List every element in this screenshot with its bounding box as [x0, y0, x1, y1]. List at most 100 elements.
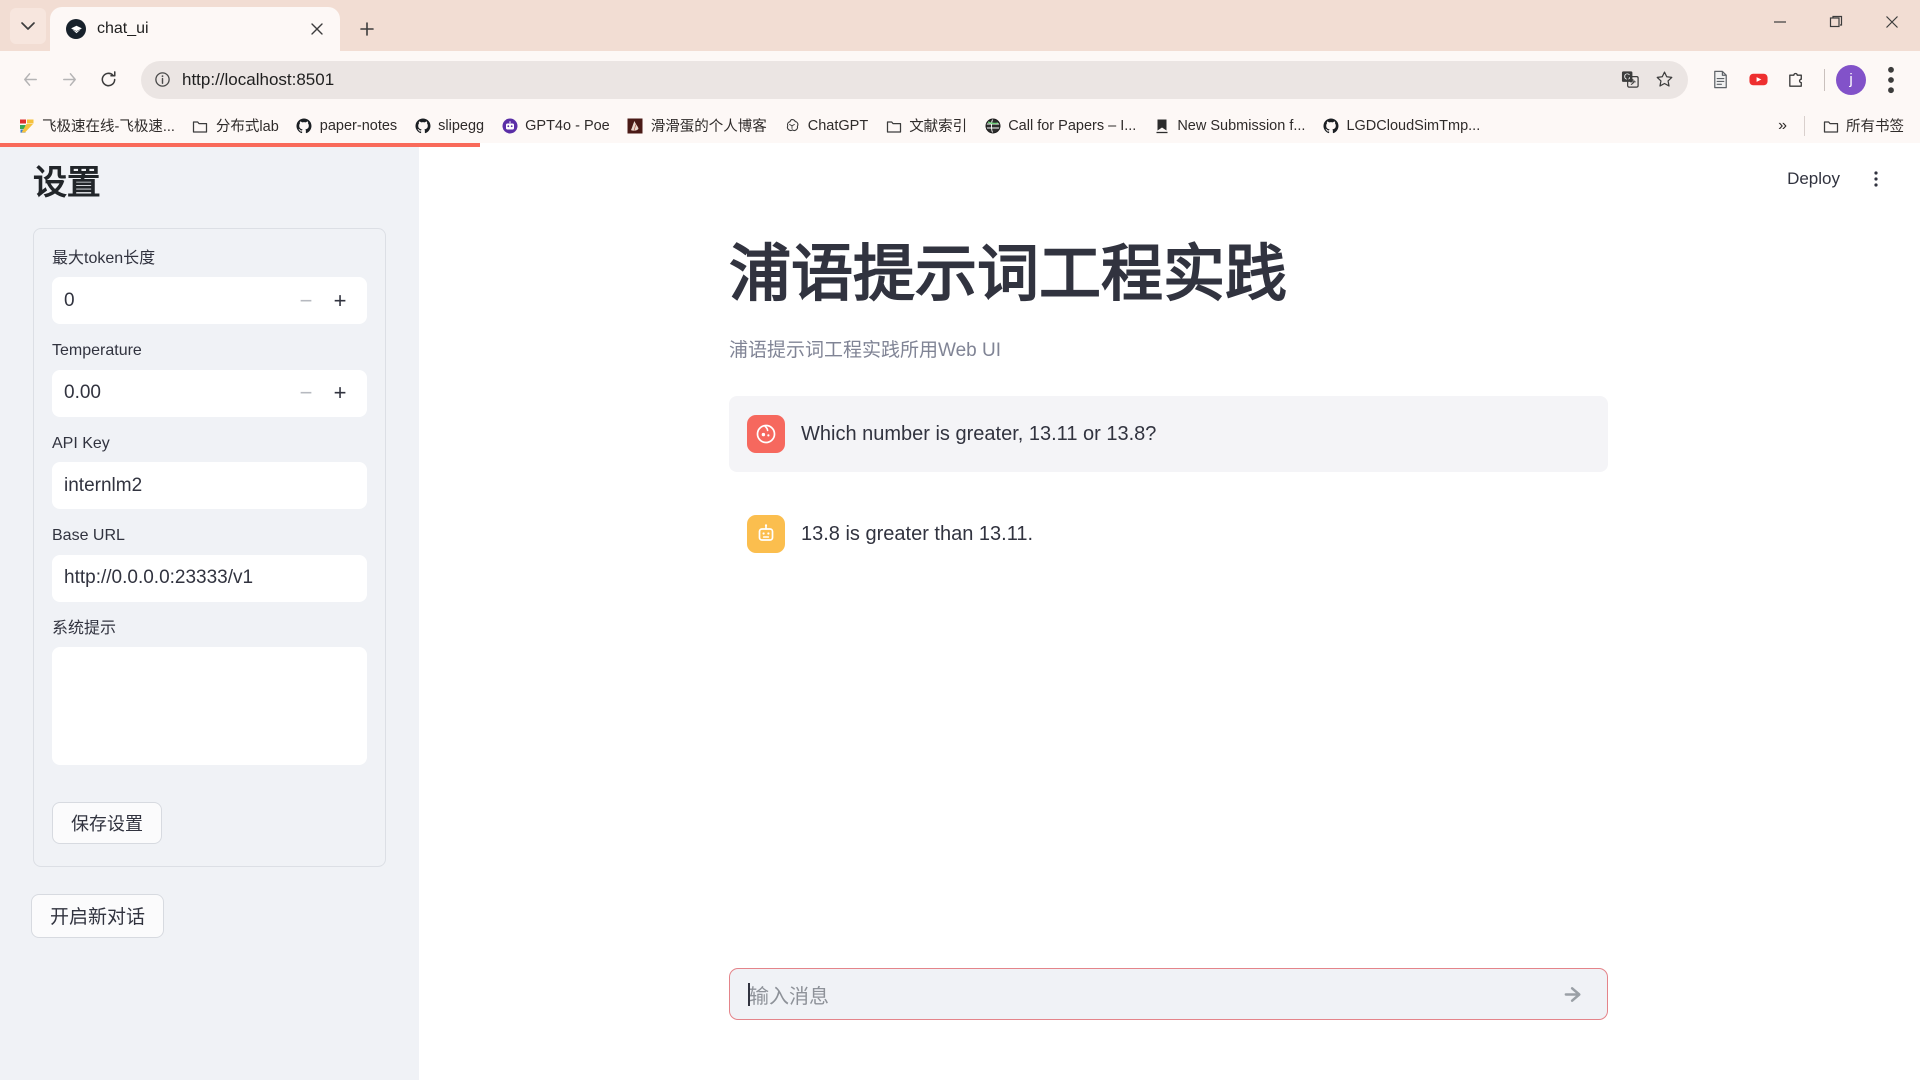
minimize-window-button[interactable]: [1752, 0, 1808, 44]
temperature-decrement-button[interactable]: −: [289, 376, 323, 410]
bookmark-item[interactable]: GPT4o - Poe: [493, 112, 618, 139]
deploy-button[interactable]: Deploy: [1775, 162, 1852, 196]
reading-list-icon[interactable]: [1703, 63, 1737, 97]
site-info-icon[interactable]: [147, 65, 177, 95]
bookmark-item[interactable]: ChatGPT: [776, 112, 876, 139]
main-menu-button[interactable]: [1858, 161, 1894, 197]
max-token-value: 0: [64, 289, 75, 311]
bookmark-label: GPT4o - Poe: [525, 117, 610, 134]
user-avatar-icon: [747, 415, 785, 454]
bookmark-item[interactable]: 分布式lab: [184, 110, 287, 141]
tab-strip: chat_ui: [0, 0, 1920, 51]
all-bookmarks-button[interactable]: 所有书签: [1814, 110, 1912, 141]
folder-icon: [885, 117, 902, 134]
api-key-label: API Key: [52, 434, 110, 452]
field-system-prompt: 系统提示: [52, 618, 367, 765]
github-icon: [1322, 117, 1339, 134]
omnibox-actions: G: [1614, 64, 1680, 96]
bookmark-label: 飞极速在线-飞极速...: [42, 119, 175, 135]
chat-input-box[interactable]: 输入消息: [729, 968, 1608, 1020]
main-content: Deploy 浦语提示词工程实践 浦语提示词工程实践所用Web UI Which…: [419, 147, 1920, 1080]
chat-input-placeholder: 输入消息: [749, 985, 829, 1008]
max-token-input[interactable]: 0 − +: [52, 277, 367, 325]
page-title: 浦语提示词工程实践: [729, 240, 1288, 309]
globe-icon: [984, 117, 1001, 134]
minimize-icon: [1774, 21, 1786, 23]
close-window-button[interactable]: [1864, 0, 1920, 44]
z-logo-icon: [18, 117, 35, 134]
address-bar[interactable]: http://localhost:8501 G: [141, 60, 1688, 99]
poe-icon: [501, 117, 518, 134]
translate-icon[interactable]: G: [1614, 64, 1646, 96]
back-arrow-icon: [23, 73, 37, 86]
all-bookmarks-label: 所有书签: [1846, 119, 1904, 135]
bookmark-label: 滑滑蛋的个人博客: [650, 119, 767, 135]
bookmark-label: ChatGPT: [807, 117, 869, 134]
app-body: 浦语提示词工程实践 浦语提示词工程实践所用Web UI Which number…: [419, 239, 1920, 572]
window-controls: [1752, 0, 1920, 44]
forward-button[interactable]: [51, 62, 87, 98]
base-url-input[interactable]: http://0.0.0.0:23333/v1: [52, 554, 367, 602]
chevron-down-icon: [21, 22, 35, 30]
bookmarks-divider: [1804, 115, 1805, 136]
profile-avatar[interactable]: j: [1836, 64, 1866, 95]
bookmark-label: paper-notes: [319, 117, 398, 134]
field-base-url: Base URL http://0.0.0.0:23333/v1: [52, 525, 367, 602]
sidebar-title: 设置: [33, 164, 101, 202]
system-prompt-label: 系统提示: [52, 619, 117, 637]
bookmark-item[interactable]: 飞极速在线-飞极速...: [10, 110, 183, 141]
new-chat-button[interactable]: 开启新对话: [31, 893, 165, 938]
text-caret: [748, 982, 750, 1006]
tab-search-button[interactable]: [10, 8, 46, 44]
max-token-decrement-button[interactable]: −: [289, 284, 323, 318]
temperature-input[interactable]: 0.00 − +: [52, 369, 367, 417]
bookmark-item[interactable]: New Submission f...: [1145, 112, 1313, 139]
temperature-label: Temperature: [52, 342, 142, 360]
browser-toolbar: http://localhost:8501 G j: [0, 51, 1920, 108]
close-tab-icon[interactable]: [306, 18, 328, 40]
field-api-key: API Key internlm2: [52, 433, 367, 510]
extensions-puzzle-icon[interactable]: [1779, 63, 1813, 97]
send-message-button[interactable]: [1557, 977, 1591, 1011]
back-button[interactable]: [12, 62, 48, 98]
field-max-token: 最大token长度 0 − +: [52, 248, 367, 325]
kebab-menu-icon: [1874, 171, 1878, 187]
api-key-input[interactable]: internlm2: [52, 462, 367, 510]
bookmark-item[interactable]: 滑滑蛋的个人博客: [619, 110, 775, 141]
plus-icon: [360, 22, 374, 36]
maximize-window-button[interactable]: [1808, 0, 1864, 44]
max-token-increment-button[interactable]: +: [323, 284, 357, 318]
url-text: http://localhost:8501: [182, 69, 335, 89]
folder-icon: [192, 117, 209, 134]
github-icon: [296, 117, 313, 134]
bookmark-item[interactable]: slipegg: [406, 112, 492, 139]
bookmarks-bar: 飞极速在线-飞极速... 分布式lab paper-notes slipegg …: [0, 108, 1920, 143]
robot-avatar-icon: [747, 515, 785, 554]
bookmark-item[interactable]: LGDCloudSimTmp...: [1314, 112, 1488, 139]
youtube-icon[interactable]: [1741, 63, 1775, 97]
save-settings-button[interactable]: 保存设置: [52, 801, 162, 844]
bookmark-star-icon[interactable]: [1648, 64, 1680, 96]
message-text: Which number is greater, 13.11 or 13.8?: [801, 423, 1157, 446]
bookmark-item[interactable]: 文献索引: [877, 110, 975, 141]
new-tab-button[interactable]: [350, 12, 384, 46]
bookmarks-overflow-button[interactable]: »: [1770, 113, 1795, 139]
tab-title: chat_ui: [97, 20, 149, 37]
temperature-increment-button[interactable]: +: [323, 376, 357, 410]
bookmark-label: slipegg: [438, 117, 485, 134]
system-prompt-textarea[interactable]: [52, 646, 367, 765]
settings-sidebar: 设置 最大token长度 0 − + Temperature 0.00 − + …: [0, 147, 419, 1080]
toolbar-divider: [1824, 68, 1825, 91]
base-url-label: Base URL: [52, 527, 125, 545]
reload-button[interactable]: [90, 62, 126, 98]
temperature-value: 0.00: [64, 382, 101, 404]
bookmark-item[interactable]: Call for Papers – I...: [976, 112, 1144, 139]
settings-card: 最大token长度 0 − + Temperature 0.00 − + API…: [33, 228, 386, 867]
chat-message-assistant: 13.8 is greater than 13.11.: [729, 496, 1608, 572]
openai-icon: [784, 117, 801, 134]
browser-tab[interactable]: chat_ui: [50, 7, 340, 51]
page-subtitle: 浦语提示词工程实践所用Web UI: [729, 340, 1002, 362]
browser-menu-button[interactable]: [1874, 63, 1908, 97]
toolbar-extensions: j: [1699, 63, 1908, 97]
bookmark-item[interactable]: paper-notes: [288, 112, 405, 139]
